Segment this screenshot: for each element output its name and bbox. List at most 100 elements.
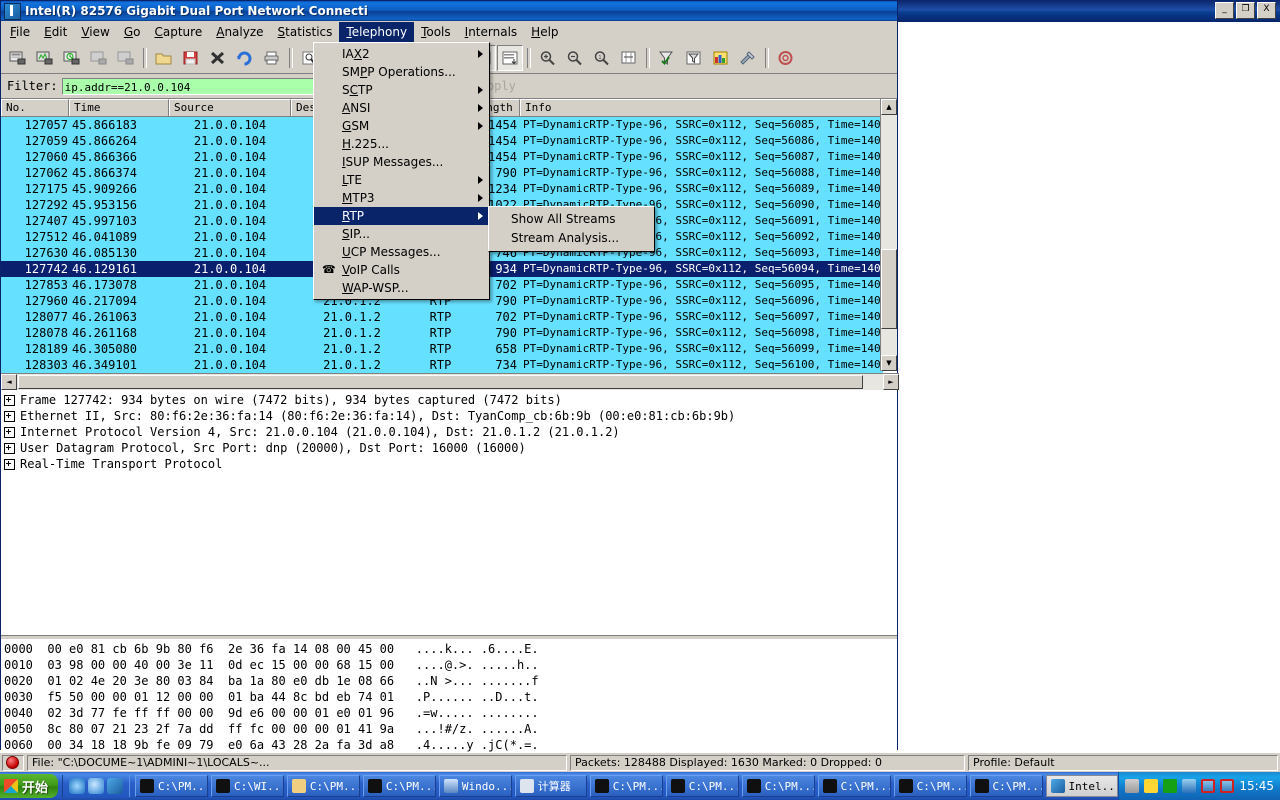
rtp-submenu-item-showallstreams[interactable]: Show All Streams: [489, 210, 654, 229]
display-filters-icon[interactable]: [681, 45, 707, 71]
minimize-button-outer[interactable]: _: [1215, 2, 1234, 19]
menu-help[interactable]: Help: [524, 22, 565, 42]
telephony-menu-item-sctp[interactable]: SCTP: [314, 81, 489, 99]
preferences-icon[interactable]: [735, 45, 761, 71]
network-disconnected-icon[interactable]: [1201, 779, 1215, 793]
detail-row[interactable]: Real-Time Transport Protocol: [4, 456, 897, 472]
close-file-icon[interactable]: [205, 45, 231, 71]
save-file-icon[interactable]: [178, 45, 204, 71]
windows-taskbar[interactable]: 开始 C:\PM...C:\WI...C:\PM...C:\PM...Windo…: [0, 772, 1280, 800]
open-file-icon[interactable]: [151, 45, 177, 71]
column-header-time[interactable]: Time: [69, 99, 169, 116]
menu-internals[interactable]: Internals: [458, 22, 525, 42]
telephony-menu-item-iax2[interactable]: IAX2: [314, 45, 489, 63]
taskbar-button[interactable]: C:\PM...: [135, 775, 208, 797]
quick-launch-bar[interactable]: [62, 775, 130, 797]
capture-filters-icon[interactable]: [654, 45, 680, 71]
zoom-in-icon[interactable]: [535, 45, 561, 71]
menu-capture[interactable]: Capture: [147, 22, 209, 42]
scroll-down-arrow[interactable]: ▼: [881, 355, 897, 371]
hex-row[interactable]: 0030 f5 50 00 00 01 12 00 00 01 ba 44 8c…: [4, 689, 897, 705]
packet-row[interactable]: 12818946.30508021.0.0.10421.0.1.2RTP658P…: [1, 341, 883, 357]
menu-view[interactable]: View: [74, 22, 116, 42]
stop-capture-icon[interactable]: [86, 45, 112, 71]
packet-row[interactable]: 12807846.26116821.0.0.10421.0.1.2RTP790P…: [1, 325, 883, 341]
menubar[interactable]: File Edit View Go Capture Analyze Statis…: [1, 21, 897, 43]
telephony-menu-item-h225[interactable]: H.225...: [314, 135, 489, 153]
taskbar-task-list[interactable]: C:\PM...C:\WI...C:\PM...C:\PM...Windo...…: [130, 775, 1118, 797]
telephony-menu-item-gsm[interactable]: GSM: [314, 117, 489, 135]
detail-row[interactable]: Internet Protocol Version 4, Src: 21.0.0…: [4, 424, 897, 440]
menu-statistics[interactable]: Statistics: [271, 22, 340, 42]
hex-row[interactable]: 0060 00 34 18 18 9b fe 09 79 e0 6a 43 28…: [4, 737, 897, 753]
taskbar-button[interactable]: Intel...: [1046, 775, 1119, 797]
expert-info-button[interactable]: [2, 755, 24, 771]
taskbar-button[interactable]: C:\WI...: [211, 775, 284, 797]
rtp-submenu[interactable]: Show All StreamsStream Analysis...: [488, 206, 655, 252]
scroll-left-arrow[interactable]: ◄: [1, 374, 17, 390]
packet-list-hscrollbar[interactable]: ◄ ►: [1, 373, 899, 390]
packet-bytes-pane[interactable]: 0000 00 e0 81 cb 6b 9b 80 f6 2e 36 fa 14…: [1, 639, 897, 759]
print-icon[interactable]: [259, 45, 285, 71]
telephony-menu-item-mtp3[interactable]: MTP3: [314, 189, 489, 207]
maximize-button-outer[interactable]: ❐: [1236, 2, 1255, 19]
column-header-info[interactable]: Info: [520, 99, 883, 116]
ie-icon[interactable]: [69, 778, 85, 794]
column-header-no[interactable]: No.: [1, 99, 69, 116]
packet-row[interactable]: 12830346.34910121.0.0.10421.0.1.2RTP734P…: [1, 357, 883, 373]
taskbar-button[interactable]: C:\PM...: [287, 775, 360, 797]
hex-row[interactable]: 0000 00 e0 81 cb 6b 9b 80 f6 2e 36 fa 14…: [4, 641, 897, 657]
system-tray[interactable]: 15:45: [1118, 772, 1280, 800]
taskbar-button[interactable]: C:\PM...: [590, 775, 663, 797]
reload-icon[interactable]: [232, 45, 258, 71]
expand-icon[interactable]: [4, 459, 15, 470]
network-disconnected2-icon[interactable]: [1220, 779, 1234, 793]
taskbar-button[interactable]: C:\PM...: [363, 775, 436, 797]
telephony-dropdown-menu[interactable]: IAX2SMPP Operations...SCTPANSIGSMH.225..…: [313, 42, 490, 300]
taskbar-button[interactable]: 计算器: [515, 775, 587, 797]
taskbar-button[interactable]: C:\PM...: [818, 775, 891, 797]
hex-row[interactable]: 0040 02 3d 77 fe ff ff 00 00 9d e6 00 00…: [4, 705, 897, 721]
rtp-submenu-item-streamanalysis[interactable]: Stream Analysis...: [489, 229, 654, 248]
capture-options-icon[interactable]: [32, 45, 58, 71]
menu-file[interactable]: File: [3, 22, 37, 42]
help-icon[interactable]: [773, 45, 799, 71]
telephony-menu-item-isupmessages[interactable]: ISUP Messages...: [314, 153, 489, 171]
scroll-up-arrow[interactable]: ▲: [881, 99, 897, 115]
autoscroll-icon[interactable]: [497, 45, 523, 71]
media-icon[interactable]: [88, 778, 104, 794]
close-button-outer[interactable]: X: [1257, 2, 1276, 19]
resize-columns-icon[interactable]: [616, 45, 642, 71]
menu-go[interactable]: Go: [117, 22, 148, 42]
taskbar-button[interactable]: C:\PM...: [666, 775, 739, 797]
wireshark-quick-icon[interactable]: [107, 778, 123, 794]
profile-status[interactable]: Profile: Default: [968, 755, 1278, 771]
menu-edit[interactable]: Edit: [37, 22, 74, 42]
taskbar-button[interactable]: Windo...: [439, 775, 512, 797]
menu-telephony[interactable]: Telephony: [339, 22, 414, 42]
packet-row[interactable]: 12807746.26106321.0.0.10421.0.1.2RTP702P…: [1, 309, 883, 325]
window-titlebar[interactable]: Intel(R) 82576 Gigabit Dual Port Network…: [1, 1, 897, 21]
start-button[interactable]: 开始: [0, 774, 58, 798]
start-capture-icon[interactable]: [59, 45, 85, 71]
coloring-rules-icon[interactable]: [708, 45, 734, 71]
packet-details-pane[interactable]: Frame 127742: 934 bytes on wire (7472 bi…: [1, 390, 897, 635]
expand-icon[interactable]: [4, 411, 15, 422]
telephony-menu-item-rtp[interactable]: RTP: [314, 207, 489, 225]
packet-list-vscrollbar[interactable]: ▲ ▼: [880, 99, 897, 371]
detail-row[interactable]: User Datagram Protocol, Src Port: dnp (2…: [4, 440, 897, 456]
taskbar-clock[interactable]: 15:45: [1239, 779, 1274, 793]
packet-list-hscroll-thumb[interactable]: [18, 375, 863, 389]
shield-warning-icon[interactable]: [1144, 779, 1158, 793]
telephony-menu-item-ansi[interactable]: ANSI: [314, 99, 489, 117]
network-icon[interactable]: [1182, 779, 1196, 793]
taskbar-button[interactable]: C:\PM...: [894, 775, 967, 797]
taskbar-button[interactable]: C:\PM...: [742, 775, 815, 797]
hex-row[interactable]: 0010 03 98 00 00 40 00 3e 11 0d ec 15 00…: [4, 657, 897, 673]
menu-analyze[interactable]: Analyze: [209, 22, 270, 42]
safely-remove-icon[interactable]: [1125, 779, 1139, 793]
hex-row[interactable]: 0050 8c 80 07 21 23 2f 7a dd ff fc 00 00…: [4, 721, 897, 737]
hex-row[interactable]: 0020 01 02 4e 20 3e 80 03 84 ba 1a 80 e0…: [4, 673, 897, 689]
column-header-source[interactable]: Source: [169, 99, 291, 116]
telephony-menu-item-lte[interactable]: LTE: [314, 171, 489, 189]
